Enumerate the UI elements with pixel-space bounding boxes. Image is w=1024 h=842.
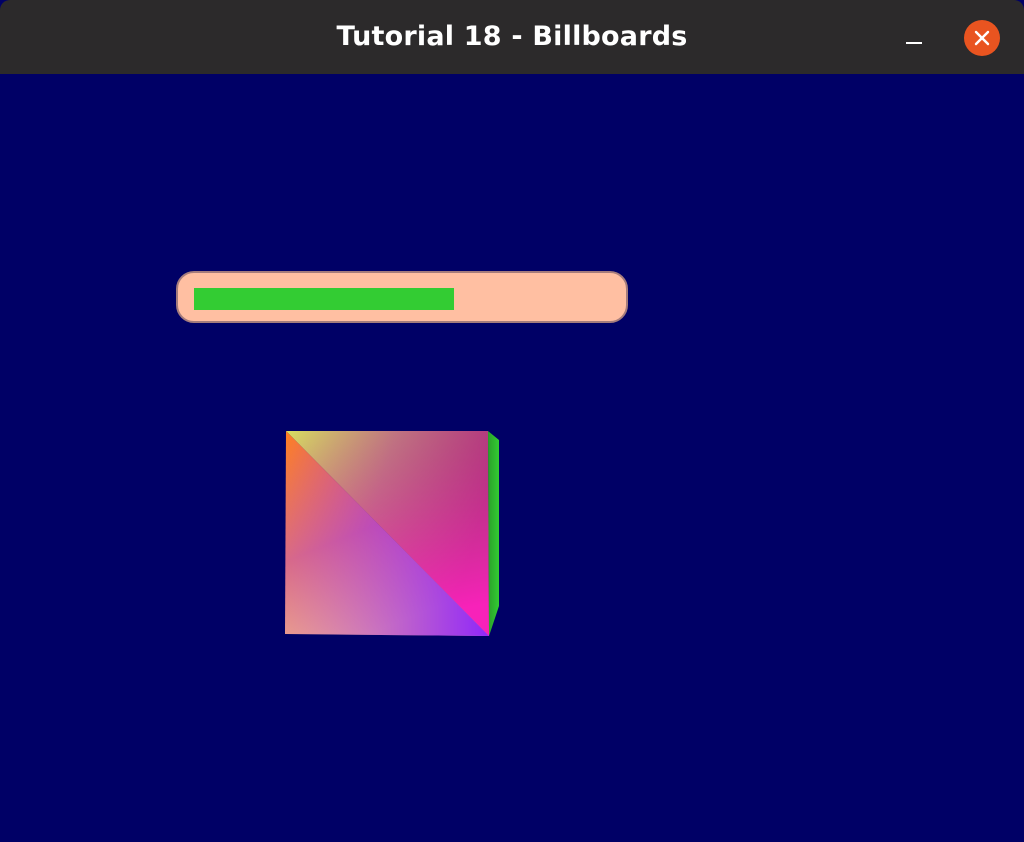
minimize-icon	[906, 42, 922, 44]
title-bar[interactable]: Tutorial 18 - Billboards	[0, 0, 1024, 74]
minimize-button[interactable]	[896, 28, 932, 56]
app-window: Tutorial 18 - Billboards	[0, 0, 1024, 842]
rotating-cube	[285, 431, 499, 636]
window-title: Tutorial 18 - Billboards	[336, 21, 688, 52]
render-viewport[interactable]	[0, 74, 1024, 842]
cube-side-face	[488, 431, 499, 636]
health-bar-fill	[194, 288, 454, 310]
close-icon	[974, 30, 990, 46]
close-button[interactable]	[964, 20, 1000, 56]
health-billboard	[176, 271, 628, 323]
